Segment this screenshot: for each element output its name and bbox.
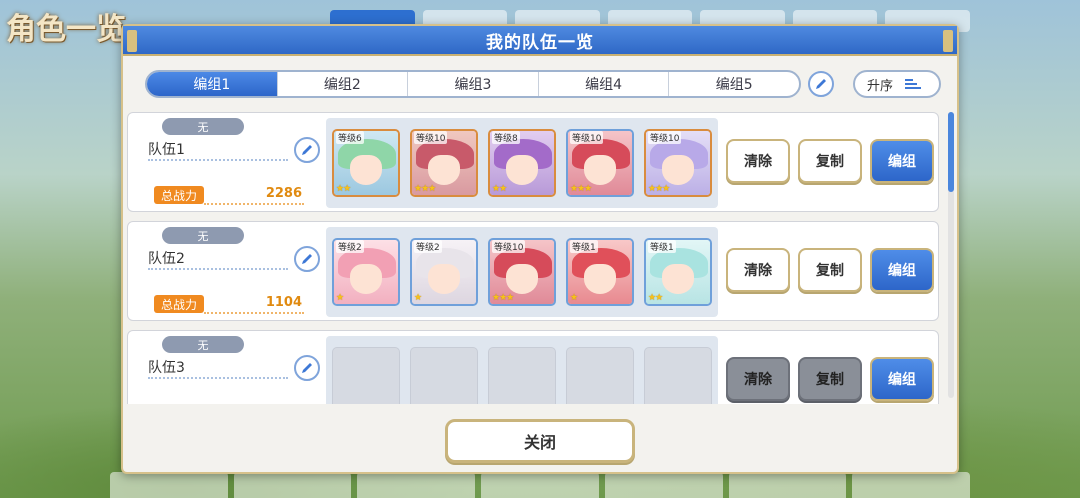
character-stars: ★ [336, 293, 344, 303]
group-tabs: 编组1 编组2 编组3 编组4 编组5 [145, 70, 801, 98]
character-stars: ★★★ [570, 184, 592, 194]
character-level: 等级10 [570, 131, 604, 144]
character-stars: ★★ [492, 184, 507, 194]
total-power-label: 总战力 [154, 295, 204, 313]
tab-group-4[interactable]: 编组4 [537, 72, 669, 96]
team-name: 队伍2 [148, 251, 185, 267]
rename-team-button[interactable] [294, 246, 320, 272]
team-badge: 无 [162, 336, 244, 353]
empty-character-slot[interactable] [644, 347, 712, 404]
character-stars: ★★★ [492, 293, 514, 303]
team-name-underline [148, 377, 288, 379]
team-row-2: 无 队伍2 总战力 1104 等级2 ★ 等级2 ★ 等级10 ★★★ 等级1 … [127, 221, 939, 321]
close-button[interactable]: 关闭 [445, 419, 635, 463]
background-bottom-nav [110, 472, 971, 498]
team-row-1: 无 队伍1 总战力 2286 等级6 ★★ 等级10 ★★★ 等级8 ★★ 等级… [127, 112, 939, 212]
tab-group-2[interactable]: 编组2 [276, 72, 408, 96]
team-members: 等级2 ★ 等级2 ★ 等级10 ★★★ 等级1 ★ 等级1 ★★ [326, 227, 718, 317]
team-list-dialog: 我的队伍一览 编组1 编组2 编组3 编组4 编组5 升序 无 队伍1 总战力 … [121, 24, 959, 474]
pencil-icon [816, 79, 826, 89]
edit-group-name-button[interactable] [808, 71, 834, 97]
sort-button[interactable]: 升序 [853, 70, 941, 98]
character-slot[interactable]: 等级2 ★ [332, 238, 400, 306]
edit-team-button[interactable]: 编组 [870, 248, 934, 292]
team-name: 队伍3 [148, 360, 185, 376]
tab-group-3[interactable]: 编组3 [407, 72, 538, 96]
character-slot[interactable]: 等级1 ★★ [644, 238, 712, 306]
empty-character-slot[interactable] [566, 347, 634, 404]
character-slot[interactable]: 等级8 ★★ [488, 129, 556, 197]
character-level: 等级2 [414, 240, 442, 253]
pencil-icon [302, 145, 312, 155]
character-slot[interactable]: 等级2 ★ [410, 238, 478, 306]
copy-button[interactable]: 复制 [798, 139, 862, 183]
character-stars: ★★★ [414, 184, 436, 194]
character-slot[interactable]: 等级10 ★★★ [566, 129, 634, 197]
character-level: 等级2 [336, 240, 364, 253]
total-power-label: 总战力 [154, 186, 204, 204]
character-slot[interactable]: 等级6 ★★ [332, 129, 400, 197]
team-name: 队伍1 [148, 142, 185, 158]
empty-character-slot[interactable] [332, 347, 400, 404]
tab-group-5[interactable]: 编组5 [668, 72, 799, 96]
dialog-title: 我的队伍一览 [123, 26, 957, 56]
character-stars: ★★ [648, 293, 663, 303]
clear-button[interactable]: 清除 [726, 248, 790, 292]
clear-button-disabled: 清除 [726, 357, 790, 401]
character-stars: ★ [414, 293, 422, 303]
tab-group-1[interactable]: 编组1 [147, 72, 277, 96]
total-power-value: 2286 [265, 186, 302, 201]
empty-character-slot[interactable] [488, 347, 556, 404]
character-slot[interactable]: 等级10 ★★★ [488, 238, 556, 306]
character-stars: ★ [570, 293, 578, 303]
character-slot[interactable]: 等级10 ★★★ [410, 129, 478, 197]
power-underline [204, 203, 304, 205]
sort-icon [905, 79, 922, 89]
character-level: 等级10 [492, 240, 526, 253]
total-power-value: 1104 [265, 295, 302, 310]
team-members: 等级6 ★★ 等级10 ★★★ 等级8 ★★ 等级10 ★★★ 等级10 ★★★ [326, 118, 718, 208]
character-stars: ★★★ [648, 184, 670, 194]
edit-team-button[interactable]: 编组 [870, 357, 934, 401]
empty-character-slot[interactable] [410, 347, 478, 404]
character-level: 等级1 [570, 240, 598, 253]
rename-team-button[interactable] [294, 355, 320, 381]
copy-button[interactable]: 复制 [798, 248, 862, 292]
sort-label: 升序 [867, 78, 894, 94]
character-level: 等级10 [648, 131, 682, 144]
character-level: 等级6 [336, 131, 364, 144]
team-name-underline [148, 159, 288, 161]
team-row-3: 无 队伍3 清除 复制 编组 [127, 330, 939, 404]
character-level: 等级10 [414, 131, 448, 144]
team-badge: 无 [162, 227, 244, 244]
scrollbar-thumb[interactable] [948, 112, 954, 192]
character-slot[interactable]: 等级10 ★★★ [644, 129, 712, 197]
character-stars: ★★ [336, 184, 351, 194]
pencil-icon [302, 363, 312, 373]
team-name-underline [148, 268, 288, 270]
team-list[interactable]: 无 队伍1 总战力 2286 等级6 ★★ 等级10 ★★★ 等级8 ★★ 等级… [127, 108, 949, 404]
copy-button-disabled: 复制 [798, 357, 862, 401]
edit-team-button[interactable]: 编组 [870, 139, 934, 183]
clear-button[interactable]: 清除 [726, 139, 790, 183]
power-underline [204, 312, 304, 314]
character-level: 等级8 [492, 131, 520, 144]
character-slot[interactable]: 等级1 ★ [566, 238, 634, 306]
pencil-icon [302, 254, 312, 264]
team-members [326, 336, 718, 404]
rename-team-button[interactable] [294, 137, 320, 163]
team-badge: 无 [162, 118, 244, 135]
character-level: 等级1 [648, 240, 676, 253]
list-scrollbar[interactable] [948, 112, 954, 398]
